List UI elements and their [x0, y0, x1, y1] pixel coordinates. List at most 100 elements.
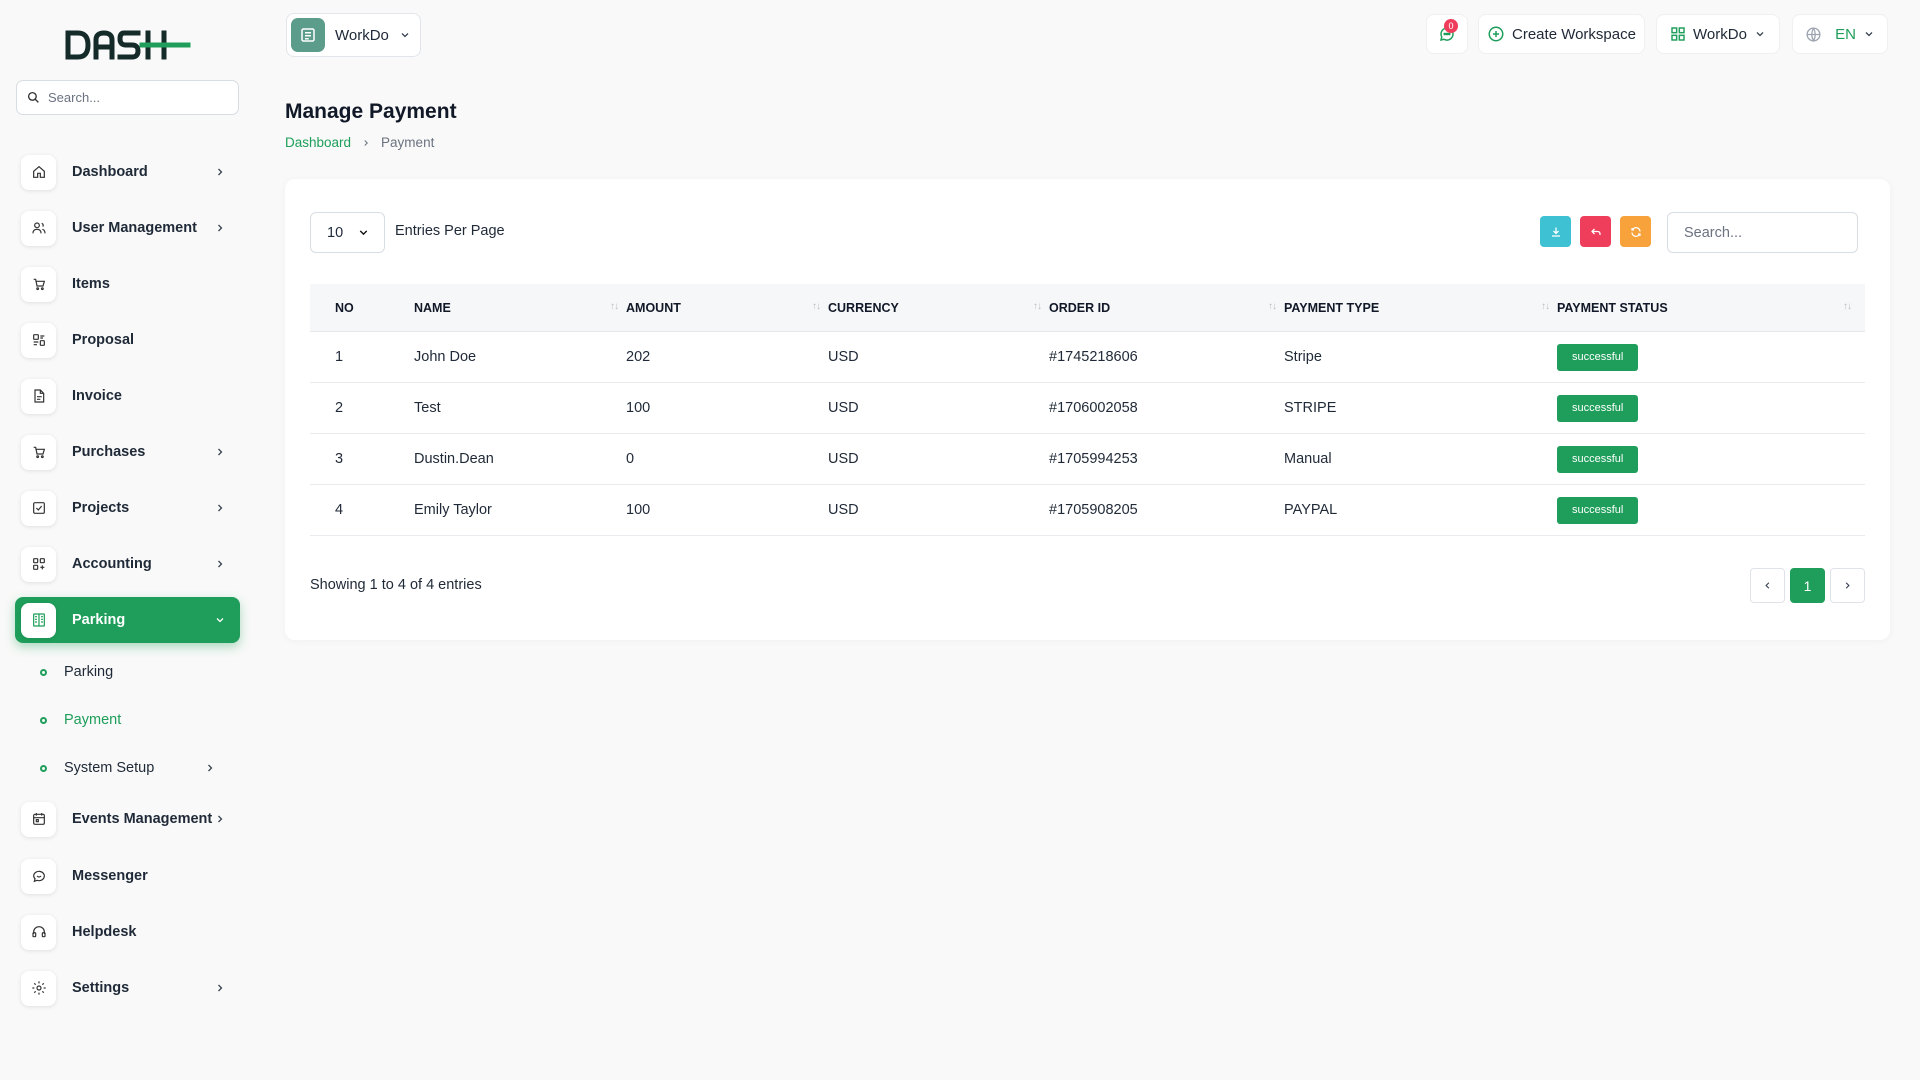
- table-search-input[interactable]: [1667, 212, 1858, 253]
- home-icon: [21, 154, 56, 190]
- table-row: 4 Emily Taylor 100 USD #1705908205 PAYPAL succ…: [310, 485, 1865, 536]
- table-row: 3 Dustin.Dean 0 USD #1705994253 Manual success…: [310, 434, 1865, 485]
- message-icon: [21, 858, 56, 894]
- pagination: 1: [1750, 568, 1865, 603]
- sort-icon: ↑↓: [812, 301, 821, 312]
- table-row: 2 Test 100 USD #1706002058 STRIPE successful: [310, 383, 1865, 434]
- column-header-label: NO: [335, 300, 354, 315]
- chevron-down-icon: [216, 618, 224, 623]
- column-header-order-id[interactable]: ORDER ID ↑↓: [1049, 284, 1284, 331]
- dash-logo[interactable]: [64, 28, 192, 62]
- breadcrumb-payment: Payment: [381, 135, 435, 150]
- prev-page-button[interactable]: [1750, 568, 1785, 603]
- sidebar-item-helpdesk[interactable]: Helpdesk: [15, 909, 240, 955]
- gear-icon: [21, 970, 56, 1006]
- column-header-label: AMOUNT: [626, 300, 681, 315]
- cell-order-id: #1706002058: [1049, 400, 1138, 416]
- sort-icon: ↑↓: [1033, 301, 1042, 312]
- page-1-button[interactable]: 1: [1790, 568, 1825, 603]
- breadcrumb: Dashboard Payment: [285, 135, 434, 150]
- sidebar-search-input[interactable]: [48, 90, 228, 105]
- sidebar-subitem-system-setup[interactable]: System Setup: [40, 753, 230, 783]
- refresh-button[interactable]: [1620, 216, 1651, 247]
- cell-name: Test: [414, 400, 441, 416]
- sidebar-item-user-management[interactable]: User Management: [15, 205, 240, 251]
- globe-icon: [1806, 26, 1821, 42]
- workspace-menu-button[interactable]: WorkDo: [1656, 14, 1780, 54]
- language-label: EN: [1835, 25, 1856, 43]
- download-button[interactable]: [1540, 216, 1571, 247]
- cell-payment-status: successful: [1557, 332, 1859, 382]
- sidebar-item-events-management[interactable]: Events Management: [15, 796, 240, 842]
- bullet-icon: [40, 668, 47, 676]
- check-square-icon: [21, 490, 56, 526]
- sidebar-subitem-payment[interactable]: Payment: [40, 705, 230, 735]
- column-header-amount[interactable]: AMOUNT ↑↓: [626, 284, 828, 331]
- table-body: 1 John Doe 202 USD #1745218606 Stripe successf…: [310, 332, 1865, 536]
- status-badge: successful: [1557, 343, 1639, 371]
- cell-order-id: #1745218606: [1049, 349, 1138, 365]
- create-workspace-button[interactable]: Create Workspace: [1478, 14, 1645, 54]
- sidebar-item-label: Invoice: [72, 388, 122, 404]
- sidebar-item-parking[interactable]: Parking: [15, 597, 240, 643]
- create-workspace-label: Create Workspace: [1512, 25, 1636, 43]
- parking-icon: [21, 602, 56, 638]
- sidebar-item-label: Dashboard: [72, 164, 148, 180]
- workspace-menu-label: WorkDo: [1693, 25, 1747, 43]
- column-header-name[interactable]: NAME ↑↓: [414, 284, 626, 331]
- sidebar-item-invoice[interactable]: Invoice: [15, 373, 240, 419]
- page-title: Manage Payment: [285, 100, 457, 123]
- breadcrumb-dashboard[interactable]: Dashboard: [285, 135, 351, 150]
- sidebar-item-label: Proposal: [72, 332, 135, 348]
- sidebar-item-label: Settings: [72, 980, 130, 996]
- cell-no: 2: [335, 400, 344, 416]
- column-header-no[interactable]: NO: [310, 284, 414, 331]
- notifications-button[interactable]: 0: [1426, 14, 1468, 54]
- cell-name: John Doe: [414, 349, 477, 365]
- sidebar-item-messenger[interactable]: Messenger: [15, 853, 240, 899]
- cell-no: 1: [335, 349, 344, 365]
- chevron-down-icon: [359, 230, 368, 236]
- plus-circle-icon: [1488, 26, 1504, 42]
- chevron-right-icon: [1845, 582, 1850, 589]
- sidebar-item-label: Accounting: [72, 556, 152, 572]
- column-header-label: PAYMENT TYPE: [1284, 300, 1380, 315]
- entries-per-page-select[interactable]: 10: [310, 212, 385, 253]
- cell-payment-type: Manual: [1284, 451, 1332, 467]
- payment-table-card: 10 Entries Per Page NONAME↑↓AMOUNT↑↓CURR…: [285, 179, 1890, 640]
- workspace-switcher[interactable]: WorkDo: [286, 13, 421, 57]
- chevron-right-icon: [218, 560, 223, 568]
- chevron-down-icon: [401, 33, 409, 38]
- cell-payment-type: Stripe: [1284, 349, 1322, 365]
- cell-currency: USD: [828, 451, 859, 467]
- sidebar-search[interactable]: [16, 80, 239, 115]
- sidebar-item-settings[interactable]: Settings: [15, 965, 240, 1011]
- chevron-right-icon: [208, 764, 213, 772]
- column-header-payment-status[interactable]: PAYMENT STATUS ↑↓: [1557, 284, 1859, 331]
- next-page-button[interactable]: [1830, 568, 1865, 603]
- sidebar-item-projects[interactable]: Projects: [15, 485, 240, 531]
- column-header-label: NAME: [414, 300, 451, 315]
- column-header-currency[interactable]: CURRENCY ↑↓: [828, 284, 1049, 331]
- bullet-icon: [40, 716, 47, 724]
- headset-icon: [21, 914, 56, 950]
- sidebar-subitem-label: System Setup: [64, 760, 155, 776]
- sidebar-item-label: Projects: [72, 500, 130, 516]
- sidebar-subitem-parking[interactable]: Parking: [40, 657, 230, 687]
- column-header-payment-type[interactable]: PAYMENT TYPE ↑↓: [1284, 284, 1557, 331]
- column-header-label: ORDER ID: [1049, 300, 1111, 315]
- sidebar-subitem-label: Payment: [64, 712, 122, 728]
- download-icon: [1551, 227, 1560, 237]
- payment-table: NO NAME ↑↓ AMOUNT ↑↓ CURRENCY ↑↓ ORDER ID ↑↓ PAYM…: [310, 284, 1865, 536]
- language-selector[interactable]: EN: [1792, 14, 1888, 54]
- sidebar-item-dashboard[interactable]: Dashboard: [15, 149, 240, 195]
- reset-button[interactable]: [1580, 216, 1611, 247]
- sidebar-item-accounting[interactable]: Accounting: [15, 541, 240, 587]
- sidebar-item-purchases[interactable]: Purchases: [15, 429, 240, 475]
- cell-amount: 0: [626, 451, 635, 467]
- sidebar-item-items[interactable]: Items: [15, 261, 240, 307]
- bullet-icon: [40, 764, 47, 772]
- sidebar-item-proposal[interactable]: Proposal: [15, 317, 240, 363]
- cell-currency: USD: [828, 349, 859, 365]
- sort-icon: ↑↓: [1843, 301, 1852, 312]
